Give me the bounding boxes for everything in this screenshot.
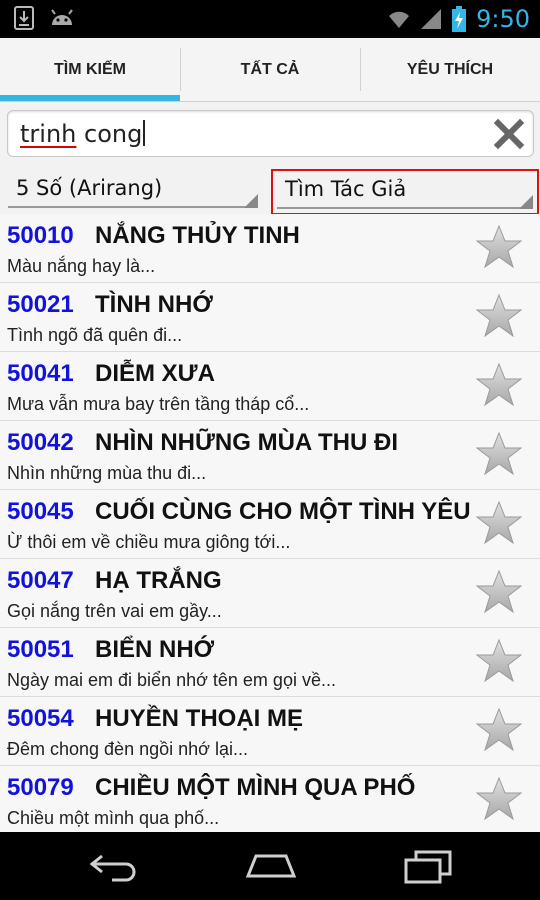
song-row[interactable]: 50041 DIỄM XƯA Mưa vẫn mưa bay trên tầng t… (0, 352, 540, 421)
song-lyric: Ngày mai em đi biển nhớ tên em gọi về... (7, 670, 336, 690)
star-icon[interactable] (476, 638, 522, 684)
wifi-icon (389, 11, 410, 28)
song-number: 50051 (7, 636, 74, 663)
song-lyric: Chiều một mình qua phố... (7, 808, 220, 828)
search-value-word: cong (76, 120, 143, 148)
song-lyric: Ừ thôi em về chiều mưa giông tới... (7, 532, 291, 552)
type-spinner[interactable]: 5 Số (Arirang) (4, 170, 262, 212)
song-number: 50079 (7, 774, 74, 801)
search-value-word-misspelled: trinh (20, 120, 77, 148)
tab-search[interactable]: TÌM KIẾM (0, 38, 180, 101)
status-time: 9:50 (476, 5, 530, 33)
song-lyric: Tình ngõ đã quên đi... (7, 325, 183, 345)
search-mode-spinner-value: Tìm Tác Giả (285, 177, 407, 201)
tab-label: TẤT CẢ (240, 60, 300, 78)
text-caret (143, 120, 146, 146)
song-lyric: Gọi nắng trên vai em gầy... (7, 601, 222, 621)
type-spinner-value: 5 Số (Arirang) (16, 176, 163, 200)
song-title: NHÌN NHỮNG MÙA THU ĐI (95, 429, 398, 456)
song-title: NẮNG THỦY TINH (95, 222, 300, 249)
tab-label: YÊU THÍCH (406, 60, 494, 78)
spinner-underline (277, 207, 533, 209)
search-mode-spinner[interactable]: Tìm Tác Giả (271, 169, 539, 215)
song-row[interactable]: 50021 TÌNH NHỚ Tình ngõ đã quên đi... (0, 283, 540, 352)
star-icon[interactable] (476, 500, 522, 546)
song-number: 50021 (7, 291, 74, 318)
search-input[interactable]: trinh cong (7, 110, 534, 157)
song-title: BIỂN NHỚ (95, 636, 215, 663)
song-lyric: Mưa vẫn mưa bay trên tầng tháp cổ... (7, 394, 310, 414)
tab-label: TÌM KIẾM (54, 60, 126, 78)
song-title: CHIỀU MỘT MÌNH QUA PHỐ (95, 774, 416, 801)
home-icon[interactable] (244, 850, 298, 880)
download-icon (14, 6, 34, 30)
tab-bar: TÌM KIẾM TẤT CẢ YÊU THÍCH (0, 38, 540, 102)
song-list: 50010 NẮNG THỦY TINH Màu nắng hay là... 500… (0, 214, 540, 835)
song-row[interactable]: 50079 CHIỀU MỘT MÌNH QUA PHỐ Chiều một mìn… (0, 766, 540, 835)
song-row[interactable]: 50045 CUỐI CÙNG CHO MỘT TÌNH YÊU Ừ thôi em… (0, 490, 540, 559)
spinner-underline (8, 206, 258, 208)
song-number: 50045 (7, 498, 74, 525)
song-number: 50042 (7, 429, 74, 456)
song-number: 50041 (7, 360, 74, 387)
song-row[interactable]: 50042 NHÌN NHỮNG MÙA THU ĐI Nhìn những mùa… (0, 421, 540, 490)
search-value: trinh cong (20, 120, 146, 148)
star-icon[interactable] (476, 776, 522, 822)
status-bar: 9:50 (0, 0, 540, 38)
star-icon[interactable] (476, 293, 522, 339)
song-lyric: Đêm chong đèn ngồi nhớ lại... (7, 739, 248, 759)
song-row[interactable]: 50047 HẠ TRẮNG Gọi nắng trên vai em gầy... (0, 559, 540, 628)
tab-favorites[interactable]: YÊU THÍCH (360, 38, 540, 101)
song-number: 50010 (7, 222, 74, 249)
clear-x-icon[interactable] (493, 118, 525, 150)
star-icon[interactable] (476, 431, 522, 477)
song-title: DIỄM XƯA (95, 360, 215, 387)
recent-apps-icon[interactable] (404, 850, 452, 884)
star-icon[interactable] (476, 569, 522, 615)
song-title: CUỐI CÙNG CHO MỘT TÌNH YÊU (95, 498, 471, 525)
song-row[interactable]: 50051 BIỂN NHỚ Ngày mai em đi biển nhớ tên… (0, 628, 540, 697)
song-lyric: Màu nắng hay là... (7, 256, 156, 276)
spinner-arrow-icon (244, 194, 258, 208)
song-number: 50047 (7, 567, 74, 594)
star-icon[interactable] (476, 362, 522, 408)
spinner-arrow-icon (519, 195, 533, 209)
song-title: HẠ TRẮNG (95, 567, 222, 594)
song-row[interactable]: 50010 NẮNG THỦY TINH Màu nắng hay là... (0, 214, 540, 283)
song-lyric: Nhìn những mùa thu đi... (7, 463, 207, 483)
star-icon[interactable] (476, 707, 522, 753)
navigation-bar (0, 832, 540, 900)
back-icon[interactable] (88, 850, 138, 882)
song-number: 50054 (7, 705, 74, 732)
song-row[interactable]: 50054 HUYỀN THOẠI MẸ Đêm chong đèn ngồi nh… (0, 697, 540, 766)
song-title: TÌNH NHỚ (95, 291, 213, 318)
battery-charging-icon (452, 6, 467, 32)
android-icon (51, 9, 73, 25)
tab-all[interactable]: TẤT CẢ (180, 38, 360, 101)
signal-icon (421, 9, 442, 29)
song-title: HUYỀN THOẠI MẸ (95, 705, 304, 732)
star-icon[interactable] (476, 224, 522, 270)
